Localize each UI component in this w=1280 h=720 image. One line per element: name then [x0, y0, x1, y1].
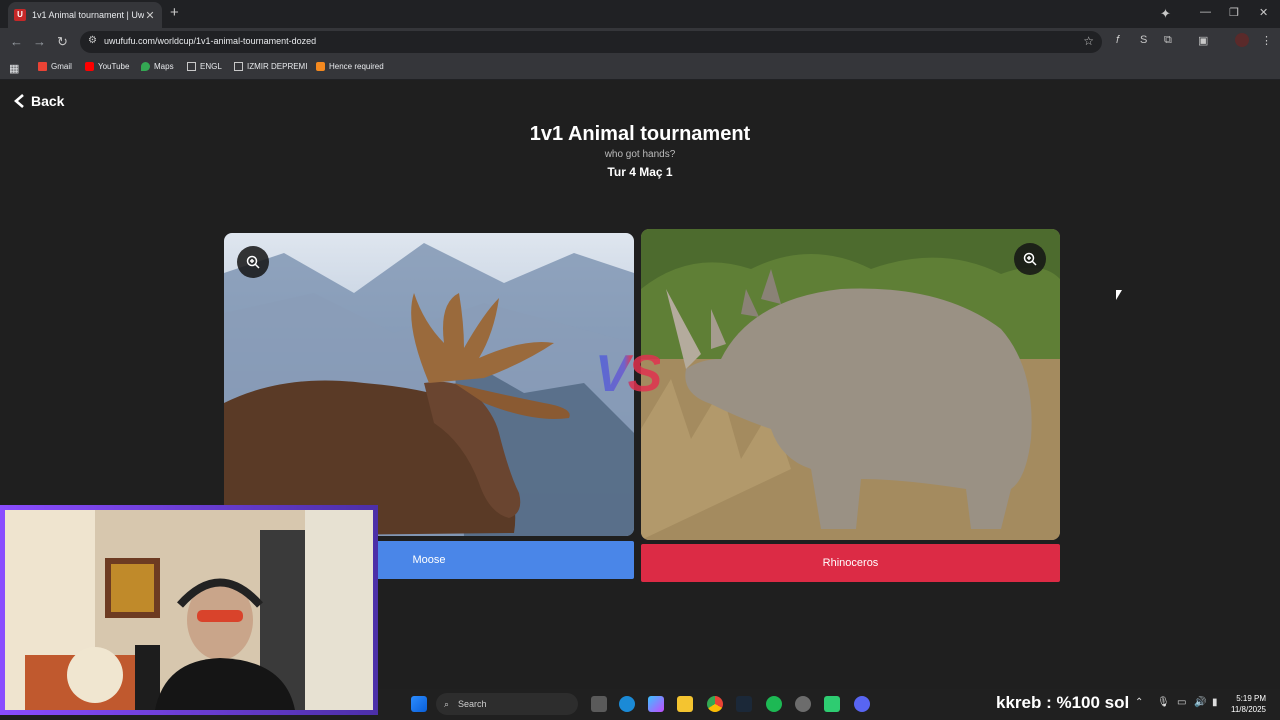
vs-label: VS: [595, 345, 662, 403]
task-view-icon[interactable]: [591, 696, 607, 712]
clock-time: 5:19 PM: [1236, 694, 1266, 703]
search-placeholder: Search: [458, 699, 487, 709]
rhinoceros-illustration: [641, 229, 1060, 540]
volume-icon[interactable]: 🔊: [1194, 697, 1206, 708]
youtube-icon: [85, 62, 94, 71]
profile-avatar[interactable]: [1235, 33, 1249, 47]
back-arrow-icon[interactable]: ←: [10, 34, 23, 49]
clock-date: 11/8/2025: [1231, 705, 1266, 714]
forward-arrow-icon[interactable]: →: [33, 34, 46, 49]
hence-icon: [316, 62, 325, 71]
close-tab-icon[interactable]: ✕: [144, 9, 156, 22]
gemini-icon[interactable]: ✦: [1160, 6, 1171, 22]
site-info-icon[interactable]: ⚙: [88, 35, 97, 46]
bookmark-izmir[interactable]: IZMIR DEPREMI: [234, 62, 307, 71]
extensions-puzzle-icon[interactable]: ⧉: [1164, 34, 1172, 47]
bookmark-youtube[interactable]: YouTube: [85, 62, 129, 71]
bookmark-star-icon[interactable]: ☆: [1083, 34, 1094, 48]
bookmark-maps[interactable]: Maps: [141, 62, 174, 71]
restore-icon[interactable]: ❐: [1229, 6, 1239, 19]
bookmark-hence[interactable]: Hence required: [316, 62, 384, 71]
browser-tab[interactable]: U 1v1 Animal tournament | UwUf ✕: [8, 2, 162, 28]
webcam-scene: [5, 510, 373, 710]
maps-icon: [141, 62, 150, 71]
minimize-icon[interactable]: —: [1200, 6, 1211, 18]
zoom-in-icon: [1023, 252, 1037, 266]
mouse-cursor: [1116, 290, 1128, 300]
menu-dots-icon[interactable]: ⋮: [1261, 34, 1272, 47]
folder-icon: [234, 62, 243, 71]
page-subtitle: who got hands?: [604, 149, 676, 160]
zoom-right-button[interactable]: [1014, 243, 1046, 275]
reload-icon[interactable]: ↻: [57, 34, 68, 50]
close-window-icon[interactable]: ✕: [1259, 6, 1268, 19]
choose-rhinoceros-button[interactable]: Rhinoceros: [641, 544, 1060, 582]
side-panel-icon[interactable]: ▣: [1198, 34, 1208, 47]
moose-illustration: [224, 233, 634, 536]
zoom-left-button[interactable]: [237, 246, 269, 278]
round-label: Tur 4 Maç 1: [607, 165, 673, 179]
choice-label-moose: Moose: [412, 554, 446, 566]
page-title: 1v1 Animal tournament: [529, 123, 751, 145]
system-clock[interactable]: 5:19 PM 11/8/2025: [1231, 693, 1266, 715]
windows-taskbar: ⌕ Search kkreb : %100 sol ⌃ 🎙 ▭ 🔊 ▮ 5:19…: [378, 689, 1280, 720]
edge-icon[interactable]: [619, 696, 635, 712]
chrome-icon[interactable]: [707, 696, 723, 712]
zoom-in-icon: [246, 255, 260, 269]
shazam-icon[interactable]: S: [1140, 34, 1147, 46]
bookmarks-bar: ▦ Gmail YouTube Maps ENGL IZMIR DEPREMI …: [0, 56, 1280, 80]
chevron-up-icon[interactable]: ⌃: [1135, 697, 1143, 708]
webcam-feed: [5, 510, 373, 710]
windows-start-icon[interactable]: [411, 696, 427, 712]
apps-grid-icon[interactable]: ▦: [9, 62, 19, 75]
bookmark-gmail[interactable]: Gmail: [38, 62, 72, 71]
back-label: Back: [31, 93, 65, 109]
moose-image[interactable]: [224, 233, 634, 536]
browser-tab-bar: U 1v1 Animal tournament | UwUf ✕ + ✦ — ❐…: [0, 0, 1280, 28]
url-text: uwufufu.com/worldcup/1v1-animal-tourname…: [104, 36, 317, 46]
bookmark-engl[interactable]: ENGL: [187, 62, 222, 71]
choice-label-rhinoceros: Rhinoceros: [822, 557, 879, 569]
stream-overlay-text: kkreb : %100 sol: [996, 693, 1130, 712]
new-tab-button[interactable]: +: [170, 4, 179, 21]
site-favicon: U: [14, 9, 26, 21]
chevron-left-icon: [14, 94, 24, 108]
back-button[interactable]: Back: [14, 93, 64, 109]
copilot-icon[interactable]: [648, 696, 664, 712]
battery-icon[interactable]: ▮: [1212, 697, 1218, 708]
taskbar-search[interactable]: ⌕ Search: [436, 693, 578, 715]
extension-icon[interactable]: 𝑓: [1116, 34, 1119, 47]
app-icon[interactable]: [824, 696, 840, 712]
omnibox[interactable]: ⚙ uwufufu.com/worldcup/1v1-animal-tourna…: [80, 31, 1102, 53]
obs-icon[interactable]: [795, 696, 811, 712]
display-icon[interactable]: ▭: [1177, 697, 1186, 708]
spotify-icon[interactable]: [766, 696, 782, 712]
search-icon: ⌕: [444, 699, 450, 709]
discord-icon[interactable]: [854, 696, 870, 712]
webcam-overlay: [0, 505, 378, 715]
address-bar-row: ← → ↻ ⚙ uwufufu.com/worldcup/1v1-animal-…: [0, 28, 1280, 56]
tab-title: 1v1 Animal tournament | UwUf: [32, 10, 144, 20]
rhinoceros-image[interactable]: [641, 229, 1060, 540]
folder-icon: [187, 62, 196, 71]
steam-icon[interactable]: [736, 696, 752, 712]
file-explorer-icon[interactable]: [677, 696, 693, 712]
microphone-icon[interactable]: 🎙: [1157, 697, 1170, 708]
gmail-icon: [38, 62, 47, 71]
